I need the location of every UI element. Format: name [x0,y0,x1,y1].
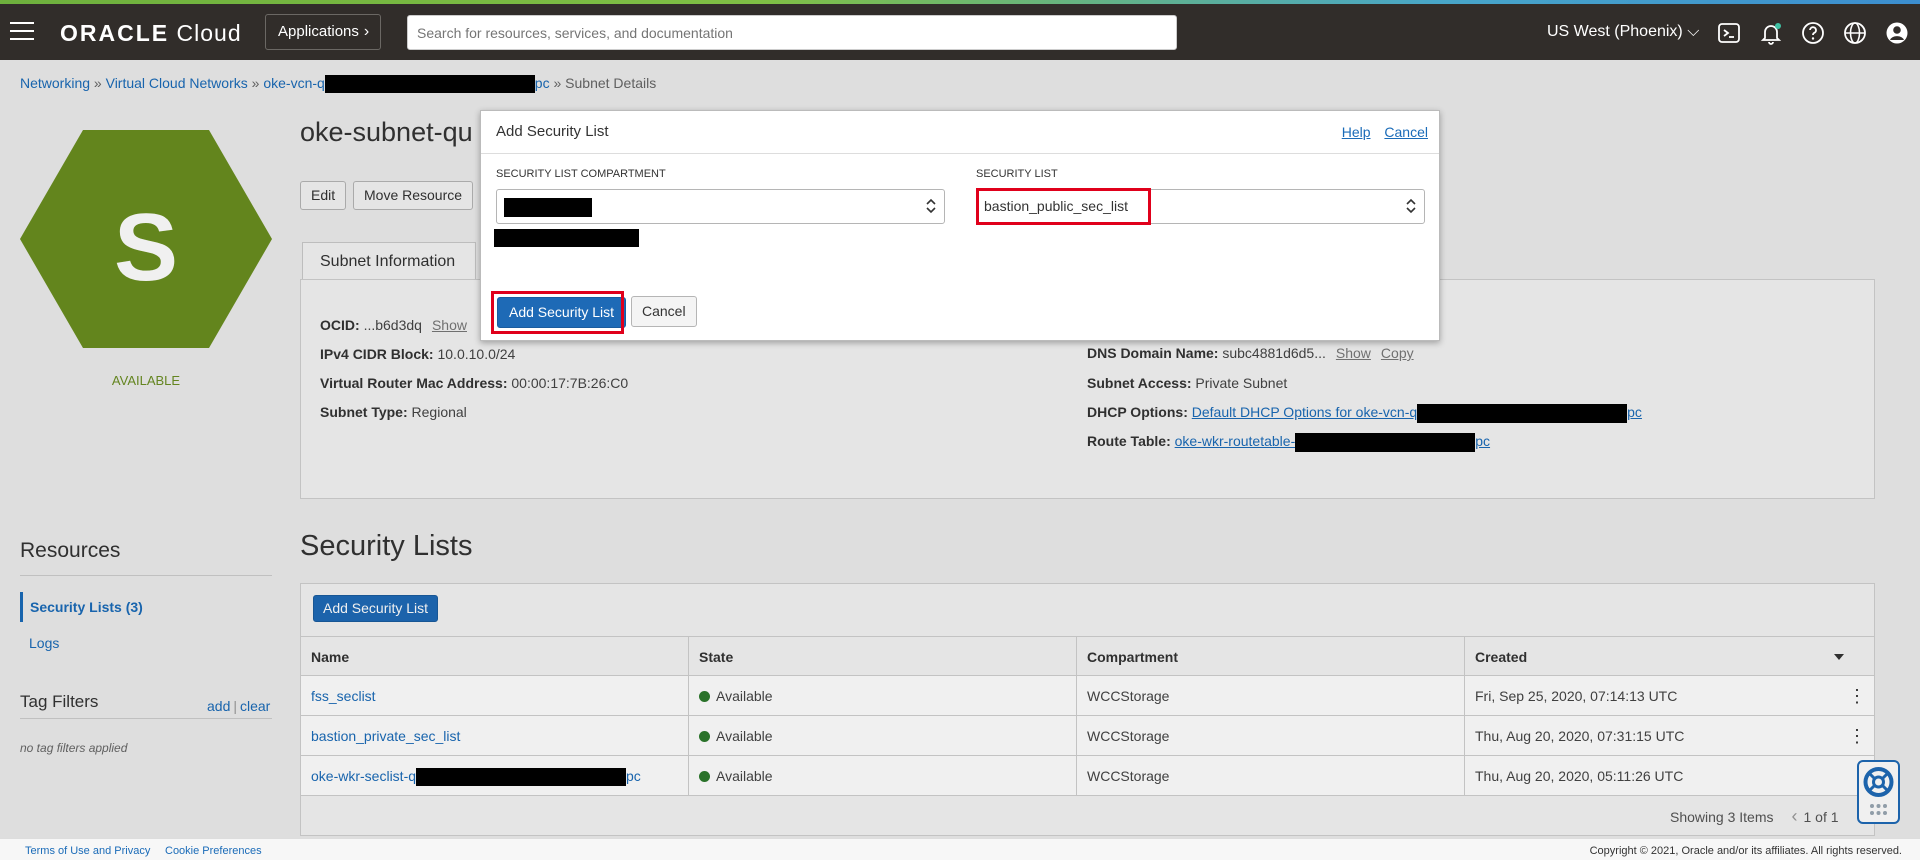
oracle-cloud-logo[interactable]: ORACLE Cloud [60,20,242,47]
dialog-title: Add Security List [496,123,609,140]
redacted-block [494,229,639,247]
compartment-select[interactable] [496,189,945,224]
chevron-down-icon: ⌵ [1687,23,1700,40]
cookie-preferences-link[interactable]: Cookie Preferences [165,845,262,857]
security-list-label: SECURITY LIST [976,168,1058,180]
help-question-icon[interactable] [1800,20,1826,46]
dialog-cancel-link[interactable]: Cancel [1384,124,1428,140]
applications-button[interactable]: Applications › [265,14,381,50]
dialog-help-link[interactable]: Help [1342,124,1371,140]
region-selector[interactable]: US West (Phoenix) ⌵ [1547,23,1699,41]
dialog-cancel-button[interactable]: Cancel [631,296,697,327]
user-profile-icon[interactable] [1884,20,1910,46]
copyright-text: Copyright © 2021, Oracle and/or its affi… [1589,845,1902,857]
select-arrows-icon [926,198,936,214]
top-header: ORACLE Cloud Applications› US West (Phoe… [0,4,1920,60]
notifications-bell-icon[interactable] [1758,20,1784,46]
highlight-box [976,188,1151,225]
highlight-box [491,291,624,334]
cloud-shell-icon[interactable] [1716,20,1742,46]
chevron-right-icon: › [363,23,370,40]
page-footer: Terms of Use and Privacy Cookie Preferen… [0,838,1920,860]
language-globe-icon[interactable] [1842,20,1868,46]
hamburger-menu-icon[interactable] [10,22,34,42]
terms-link[interactable]: Terms of Use and Privacy [25,845,150,857]
compartment-label: SECURITY LIST COMPARTMENT [496,168,666,180]
redacted-block [504,197,592,217]
add-security-list-dialog: Add Security List Help Cancel SECURITY L… [480,110,1440,341]
search-input[interactable] [407,15,1177,50]
select-arrows-icon [1406,198,1416,214]
